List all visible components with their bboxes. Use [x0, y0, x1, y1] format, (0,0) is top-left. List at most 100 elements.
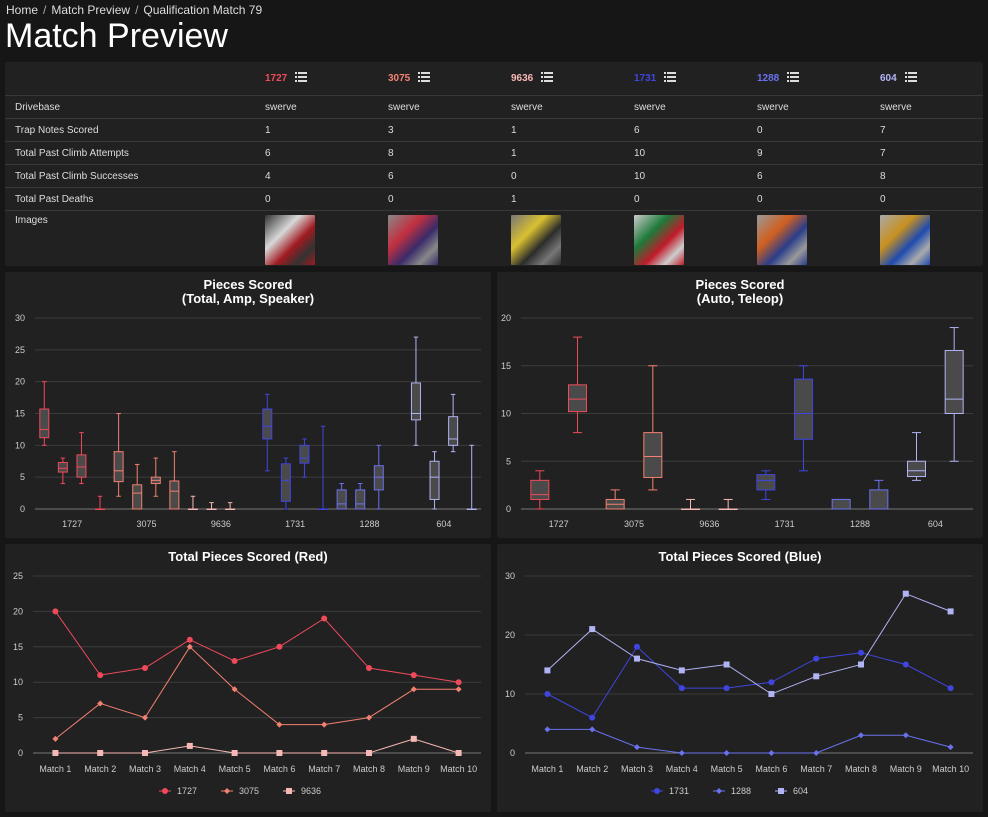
breadcrumb-home[interactable]: Home	[6, 3, 38, 17]
point-marker[interactable]	[321, 615, 328, 622]
point-marker[interactable]	[947, 608, 954, 615]
point-marker[interactable]	[589, 714, 596, 721]
point-marker[interactable]	[813, 673, 820, 680]
robot-image[interactable]	[265, 215, 315, 265]
point-marker[interactable]	[52, 608, 59, 615]
point-marker[interactable]	[97, 672, 104, 679]
point-marker[interactable]	[455, 750, 462, 756]
point-marker[interactable]	[678, 667, 685, 674]
team-number[interactable]: 1288	[757, 73, 779, 84]
point-marker[interactable]	[589, 626, 596, 633]
box-plot-1727-1[interactable]	[57, 457, 68, 485]
box-plot-3075-1[interactable]	[643, 365, 663, 491]
point-marker[interactable]	[142, 665, 148, 672]
point-marker[interactable]	[97, 750, 104, 756]
box-plot-1288-1[interactable]	[869, 479, 889, 510]
list-icon[interactable]	[418, 72, 431, 85]
list-icon[interactable]	[295, 72, 308, 85]
team-number[interactable]: 3075	[388, 73, 410, 84]
box-plot-1727-2[interactable]	[76, 432, 87, 485]
list-icon[interactable]	[541, 72, 554, 85]
box-plot-3075-3[interactable]	[169, 451, 180, 510]
box-plot-3075-1[interactable]	[132, 463, 143, 510]
point-marker[interactable]	[276, 643, 283, 650]
point-marker[interactable]	[231, 750, 238, 756]
point-marker[interactable]	[678, 685, 685, 692]
point-marker[interactable]	[723, 750, 730, 756]
point-marker[interactable]	[723, 685, 730, 692]
box-plot-9636-1[interactable]	[718, 498, 738, 510]
box-plot-3075-0[interactable]	[605, 489, 625, 510]
team-number[interactable]: 604	[880, 73, 897, 84]
point-marker[interactable]	[544, 667, 551, 674]
list-icon[interactable]	[787, 72, 800, 85]
point-marker[interactable]	[455, 686, 462, 693]
point-marker[interactable]	[366, 750, 372, 756]
box-plot-1731-0[interactable]	[756, 470, 776, 500]
box-plot-604-1[interactable]	[429, 451, 440, 510]
box-plot-1731-2[interactable]	[299, 438, 310, 478]
point-marker[interactable]	[768, 679, 775, 686]
point-marker[interactable]	[52, 750, 59, 756]
team-number[interactable]: 9636	[511, 73, 533, 84]
legend-item-1727[interactable]: 1727	[159, 786, 197, 796]
point-marker[interactable]	[321, 750, 328, 756]
box-plot-604-0[interactable]	[907, 432, 926, 481]
box-plot-1288-1[interactable]	[355, 483, 366, 510]
box-plot-1731-1[interactable]	[280, 457, 291, 510]
box-plot-1731-0[interactable]	[262, 393, 273, 472]
point-marker[interactable]	[410, 672, 417, 679]
box-plot-9636-1[interactable]	[206, 502, 217, 510]
box-plot-1288-0[interactable]	[336, 483, 347, 510]
box-plot-1288-0[interactable]	[831, 498, 851, 510]
box-plot-604-2[interactable]	[448, 393, 459, 453]
box-plot-1727-3[interactable]	[95, 495, 106, 510]
point-marker[interactable]	[947, 744, 954, 751]
point-marker[interactable]	[634, 655, 640, 662]
breadcrumb-match-preview[interactable]: Match Preview	[51, 3, 130, 17]
team-number[interactable]: 1727	[265, 73, 287, 84]
point-marker[interactable]	[902, 590, 909, 597]
legend-item-604[interactable]: 604	[775, 786, 808, 796]
team-number[interactable]: 1731	[634, 73, 656, 84]
point-marker[interactable]	[858, 661, 864, 668]
box-plot-1731-1[interactable]	[794, 365, 813, 472]
point-marker[interactable]	[858, 649, 864, 656]
point-marker[interactable]	[947, 685, 954, 692]
point-marker[interactable]	[544, 726, 551, 733]
legend-item-3075[interactable]: 3075	[221, 786, 259, 796]
box-plot-1288-2[interactable]	[373, 444, 384, 510]
box-plot-604-0[interactable]	[410, 336, 421, 446]
box-plot-9636-0[interactable]	[681, 498, 700, 510]
point-marker[interactable]	[142, 714, 148, 721]
point-marker[interactable]	[410, 686, 417, 693]
legend-item-1288[interactable]: 1288	[713, 786, 751, 796]
point-marker[interactable]	[321, 721, 328, 728]
point-marker[interactable]	[589, 726, 596, 733]
point-marker[interactable]	[813, 655, 820, 662]
point-marker[interactable]	[778, 788, 784, 794]
box-plot-604-1[interactable]	[944, 327, 964, 462]
point-marker[interactable]	[162, 788, 168, 794]
robot-image[interactable]	[511, 215, 561, 265]
box-plot-1731-3[interactable]	[318, 425, 329, 510]
box-plot-1727-1[interactable]	[568, 336, 587, 434]
point-marker[interactable]	[410, 735, 417, 742]
point-marker[interactable]	[858, 732, 864, 739]
point-marker[interactable]	[902, 732, 909, 739]
robot-image[interactable]	[757, 215, 807, 265]
box-plot-9636-2[interactable]	[225, 502, 236, 510]
legend-item-1731[interactable]: 1731	[651, 786, 689, 796]
point-marker[interactable]	[678, 750, 685, 756]
box-plot-1727-0[interactable]	[39, 381, 50, 446]
box-plot-1727-0[interactable]	[530, 470, 550, 510]
robot-image[interactable]	[880, 215, 930, 265]
point-marker[interactable]	[286, 788, 292, 794]
robot-image[interactable]	[634, 215, 684, 265]
point-marker[interactable]	[366, 714, 372, 721]
point-marker[interactable]	[186, 742, 193, 749]
point-marker[interactable]	[455, 679, 462, 686]
point-marker[interactable]	[186, 636, 193, 643]
point-marker[interactable]	[142, 750, 148, 756]
point-marker[interactable]	[276, 750, 283, 756]
